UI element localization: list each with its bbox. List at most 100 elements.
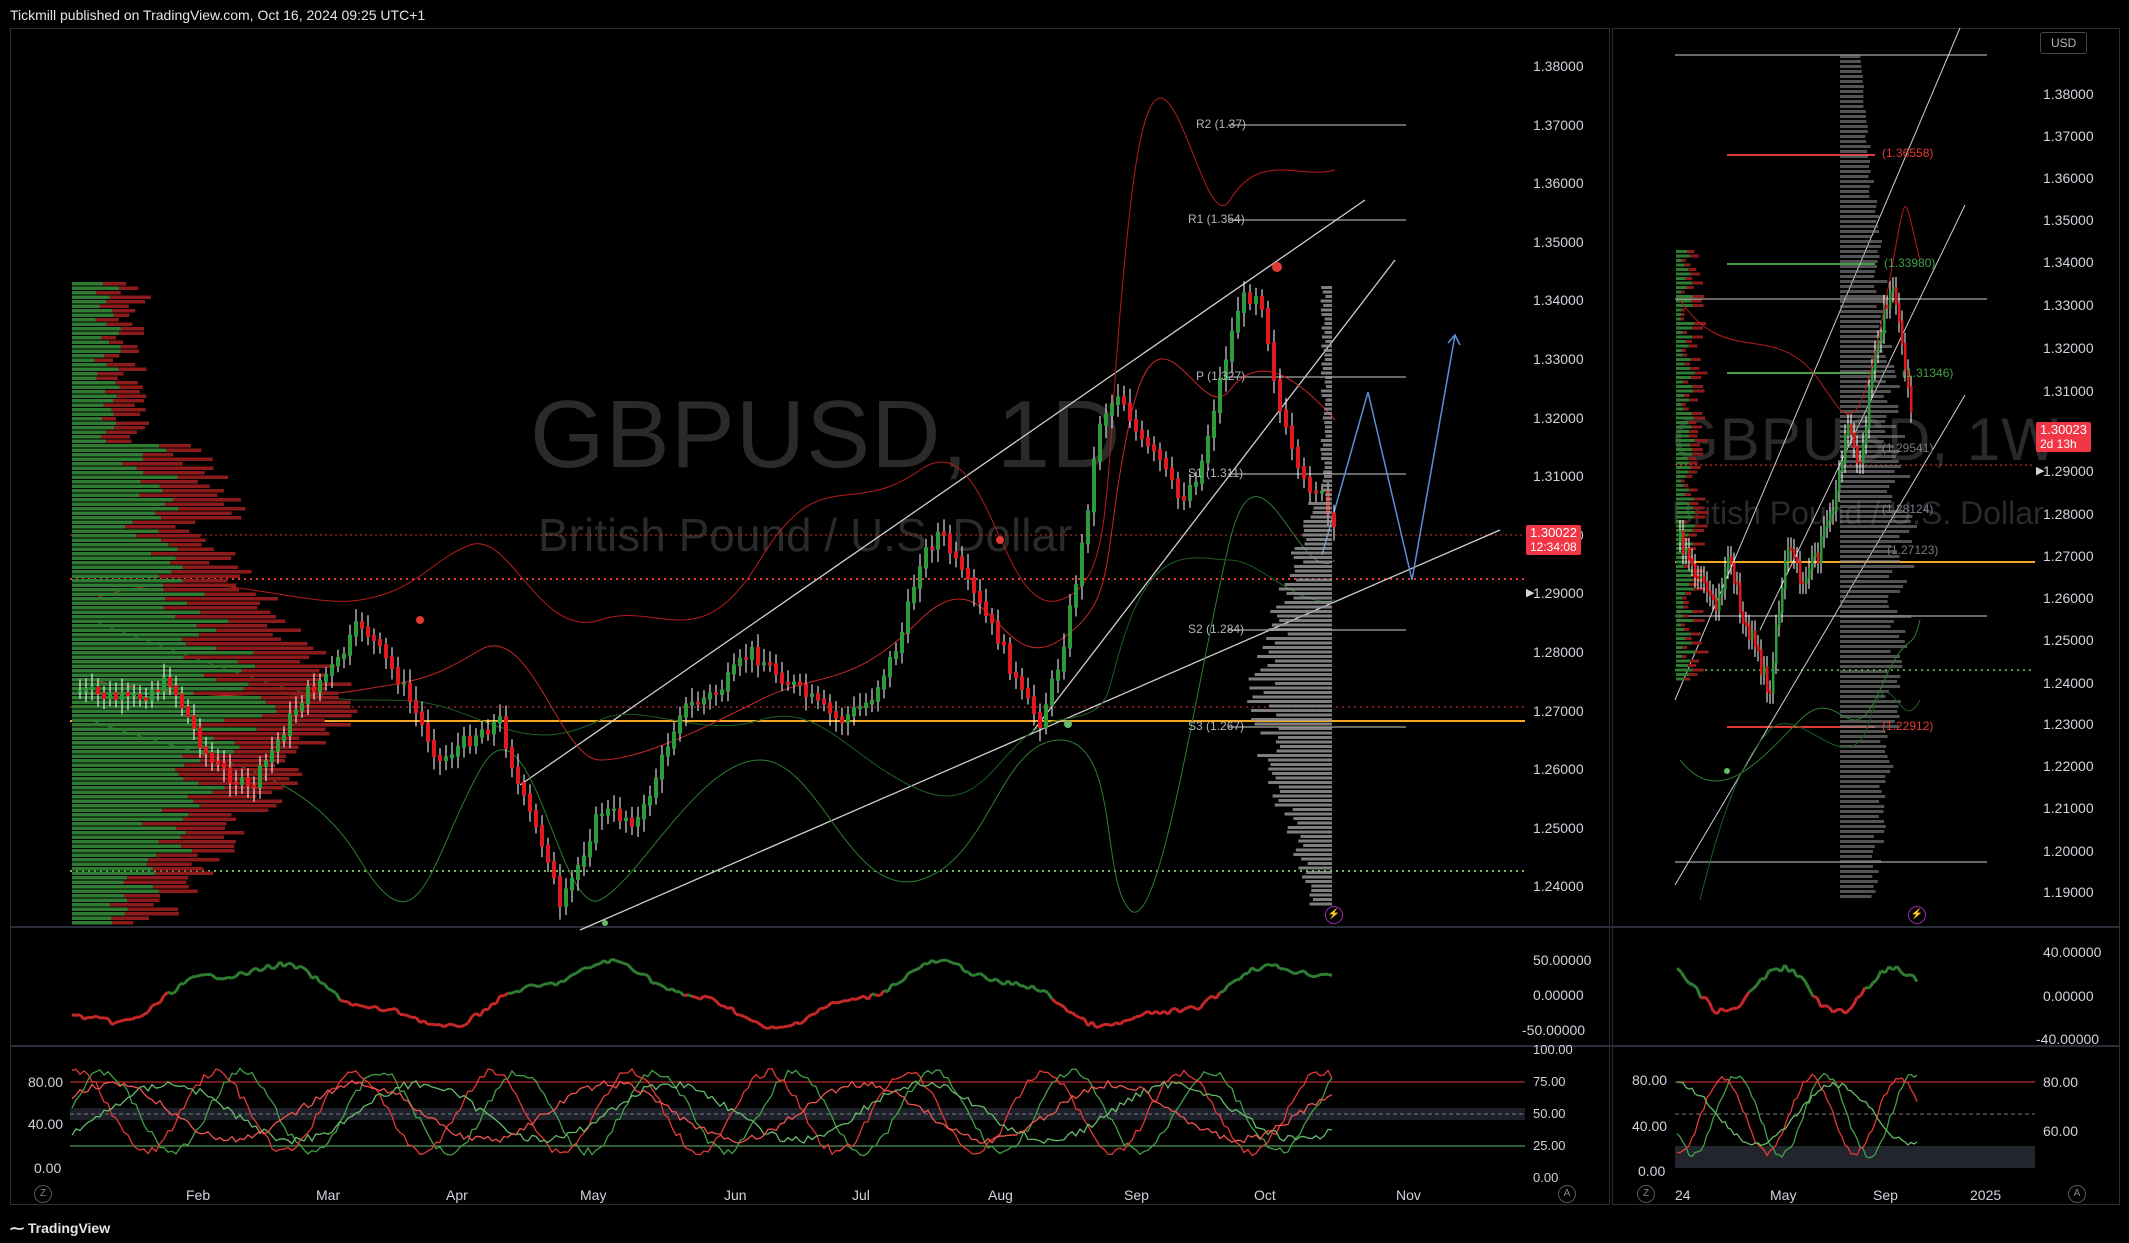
oscillator-segment bbox=[979, 972, 985, 978]
weekly-profile-bar bbox=[1840, 235, 1872, 238]
candle-body bbox=[1050, 678, 1054, 707]
volume-profile-bar bbox=[155, 871, 214, 875]
oscillator-segment bbox=[579, 966, 585, 972]
oscillator-segment bbox=[878, 989, 886, 997]
pivot-label-s1: S1 (1.311) bbox=[1188, 466, 1244, 480]
chart-canvas[interactable] bbox=[0, 0, 2129, 1243]
candle-body bbox=[1212, 411, 1216, 438]
candle-body bbox=[1146, 437, 1150, 447]
volume-profile-bar bbox=[196, 624, 268, 628]
volume-profile-bar bbox=[161, 516, 242, 520]
oscillator-segment bbox=[1327, 972, 1333, 977]
candle-body bbox=[696, 701, 700, 705]
candle-body bbox=[678, 715, 682, 734]
price-tick-label: 1.27000 bbox=[1533, 702, 1584, 719]
session-profile-bar bbox=[1278, 587, 1332, 591]
oscillator-segment bbox=[1739, 997, 1747, 1006]
candle-body bbox=[252, 784, 256, 789]
weekly-profile-bar bbox=[1676, 506, 1694, 510]
session-profile-bar bbox=[1278, 727, 1332, 730]
candle-body bbox=[702, 697, 706, 705]
alert-lightning-icon[interactable]: ⚡ bbox=[1325, 906, 1343, 924]
oscillator-segment bbox=[655, 981, 661, 987]
oscillator-segment bbox=[1803, 980, 1811, 990]
candle-body bbox=[846, 714, 850, 724]
session-profile-bar bbox=[1295, 848, 1332, 852]
weekly-auto-scale-button[interactable]: A bbox=[2068, 1185, 2086, 1203]
volume-profile-bar bbox=[72, 502, 166, 506]
weekly-profile-bar bbox=[1840, 795, 1886, 798]
oscillator-segment bbox=[115, 1019, 121, 1024]
weekly-profile-bar bbox=[1676, 479, 1682, 483]
candle-body bbox=[912, 586, 916, 604]
oscillator-segment bbox=[523, 984, 529, 989]
candle-body bbox=[366, 626, 370, 638]
middle-band bbox=[89, 358, 1336, 761]
volume-profile-bar bbox=[204, 673, 327, 677]
session-profile-bar bbox=[1304, 542, 1332, 546]
volume-profile-bar bbox=[178, 772, 303, 776]
volume-profile-bar bbox=[275, 705, 351, 709]
session-profile-bar bbox=[1262, 646, 1332, 649]
currency-button[interactable]: USD bbox=[2040, 32, 2088, 54]
oscillator-segment bbox=[923, 961, 929, 966]
volume-profile-bar bbox=[72, 768, 176, 772]
oscillator-segment bbox=[659, 983, 665, 989]
weekly-time-tick-label: May bbox=[1770, 1187, 1797, 1203]
oscillator-segment bbox=[1888, 965, 1894, 972]
weekly-profile-bar bbox=[1676, 290, 1682, 294]
weekly-alert-lightning-icon[interactable]: ⚡ bbox=[1908, 906, 1926, 924]
weekly-profile-bar bbox=[1840, 525, 1917, 528]
session-profile-bar bbox=[1276, 605, 1332, 609]
candle-body bbox=[1194, 481, 1198, 488]
session-profile-bar bbox=[1271, 623, 1332, 627]
weekly-auto-zoom-button[interactable]: Z bbox=[1637, 1185, 1655, 1203]
candle-body bbox=[372, 635, 376, 642]
candle-body bbox=[738, 657, 742, 667]
price-tick-label: 1.35000 bbox=[1533, 233, 1584, 250]
weekly-profile-bar bbox=[1690, 466, 1701, 469]
volume-profile-bar bbox=[99, 304, 129, 308]
volume-profile-bar bbox=[72, 655, 184, 659]
weekly-profile-bar bbox=[1840, 365, 1895, 368]
oscillator-segment bbox=[1695, 987, 1703, 999]
candle-body bbox=[1871, 368, 1874, 389]
candle-body bbox=[1733, 562, 1736, 584]
tradingview-logo[interactable]: ⁓ TradingView bbox=[10, 1220, 110, 1237]
oscillator-segment bbox=[1059, 1003, 1065, 1009]
oscillator-segment bbox=[1191, 1004, 1197, 1011]
weekly-profile-bar bbox=[1840, 400, 1888, 403]
oscillator-segment bbox=[111, 1020, 117, 1026]
volume-profile-bar bbox=[72, 912, 125, 916]
candle-body bbox=[492, 721, 496, 735]
weekly-price-tick-label: 1.22000 bbox=[2043, 758, 2094, 774]
oscillator-segment bbox=[831, 1000, 837, 1005]
price-tick-label: 1.28000 bbox=[1533, 644, 1584, 660]
session-profile-bar bbox=[1284, 812, 1332, 816]
volume-profile-bar bbox=[72, 795, 188, 799]
volume-profile-bar bbox=[72, 741, 235, 745]
session-profile-bar bbox=[1320, 308, 1332, 312]
oscillator-segment bbox=[1027, 984, 1033, 991]
volume-profile-bar bbox=[204, 592, 256, 596]
oscillator-segment bbox=[539, 982, 545, 988]
weekly-profile-bar bbox=[1676, 623, 1682, 627]
volume-profile-bar bbox=[158, 840, 236, 844]
oscillator-segment bbox=[1720, 1006, 1726, 1013]
oscillator-segment bbox=[955, 962, 961, 967]
weekly-profile-bar bbox=[1676, 254, 1690, 258]
volume-profile-bar bbox=[72, 525, 126, 529]
volume-profile-bar bbox=[72, 538, 162, 542]
volume-profile-bar bbox=[72, 853, 157, 857]
weekly-profile-bar bbox=[1840, 310, 1884, 313]
auto-scale-button[interactable]: A bbox=[1558, 1185, 1576, 1203]
oscillator-segment bbox=[802, 1015, 810, 1023]
auto-zoom-button[interactable]: Z bbox=[34, 1185, 52, 1203]
volume-profile-bar bbox=[136, 534, 201, 538]
volume-profile-bar bbox=[102, 282, 127, 286]
oscillator-segment bbox=[143, 1010, 149, 1016]
weekly-profile-bar bbox=[1692, 610, 1704, 613]
weekly-profile-bar bbox=[1689, 398, 1698, 402]
volume-profile-bar bbox=[127, 876, 189, 880]
oscillator-segment bbox=[1219, 989, 1225, 994]
